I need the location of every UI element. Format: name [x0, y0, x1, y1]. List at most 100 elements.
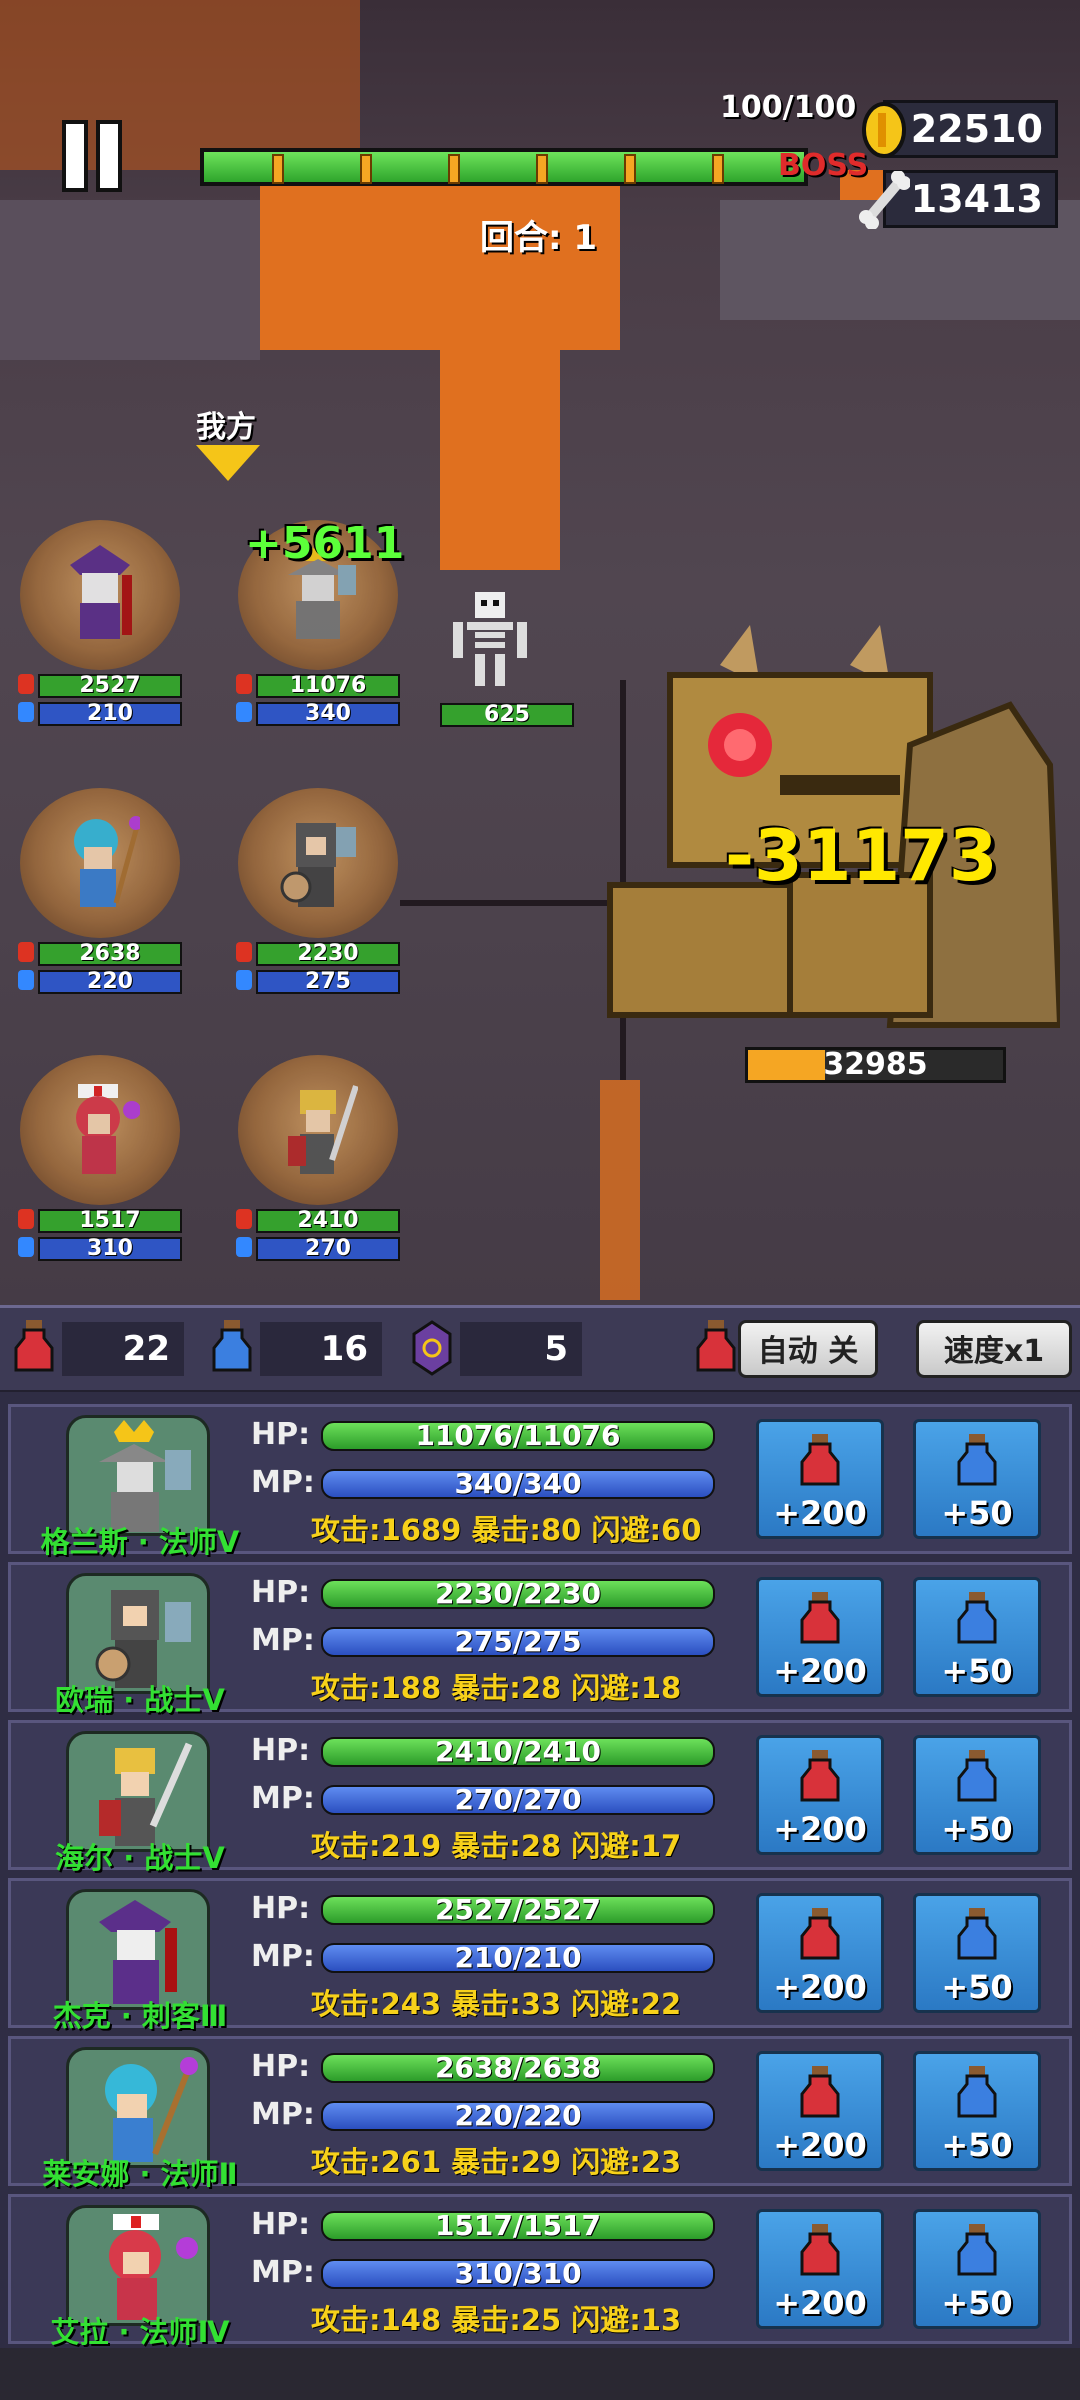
hp-potion-icon: [800, 1592, 840, 1644]
party-row-leanna: 莱安娜 · 法师Ⅱ HP: MP: 2638/2638 220/220 攻击:2…: [8, 2036, 1072, 2191]
hero-stats: 攻击:261 暴击:29 闪避:23: [311, 2145, 682, 2179]
mp-potion-amount: +50: [941, 1652, 1013, 1690]
hero-hp-bar: 1517: [18, 1209, 182, 1233]
hp-label: HP:: [251, 1891, 311, 1926]
stage-progress-bar: [200, 148, 808, 186]
hero-hp-bar: 2638: [18, 941, 182, 966]
hero-unit-ori[interactable]: 2230 275: [236, 788, 400, 994]
hero-stats: 攻击:243 暴击:33 闪避:22: [311, 1987, 682, 2021]
use-hp-potion-button[interactable]: +200: [756, 1577, 884, 1697]
hp-potion-icon: [18, 942, 34, 962]
mp-bar: 310/310: [321, 2259, 715, 2289]
hero-name: 海尔 · 战士Ⅴ: [55, 1841, 225, 1875]
progress-tick: [624, 154, 636, 184]
hp-potion-amount: +200: [773, 1968, 867, 2006]
use-mp-potion-button[interactable]: +50: [913, 1893, 1041, 2013]
lava-flow: [0, 0, 360, 170]
hp-potion-amount: +200: [773, 1494, 867, 1532]
boss-hp-bar: 32985: [745, 1047, 1006, 1083]
use-mp-potion-button[interactable]: +50: [913, 2209, 1041, 2329]
warrior-sprite: [280, 823, 356, 907]
bottom-strip: [0, 2348, 1080, 2400]
mp-potion-count: 16: [260, 1322, 382, 1376]
hero-mp-bar: 275: [236, 970, 400, 994]
mage-sprite: [74, 816, 140, 907]
party-row-grans: 格兰斯 · 法师Ⅴ HP: MP: 11076/11076 340/340 攻击…: [8, 1404, 1072, 1559]
mp-potion-icon: [957, 1592, 997, 1644]
heal-popup: +5611: [245, 518, 405, 569]
mp-label: MP:: [251, 2255, 315, 2290]
hero-unit-leanna[interactable]: 2638 220: [18, 788, 182, 994]
hp-bar: 2410/2410: [321, 1737, 715, 1767]
shield-bubble: [20, 788, 180, 938]
hp-potion-amount: +200: [773, 2284, 867, 2322]
hp-potion-icon: [236, 1209, 252, 1229]
mp-label: MP:: [251, 2097, 315, 2132]
use-hp-potion-button[interactable]: +200: [756, 1419, 884, 1539]
boss-hp-fill: [748, 1050, 825, 1080]
bone-value: 13413: [910, 177, 1043, 221]
hero-hp-value: 2638: [79, 941, 141, 966]
party-panel: 格兰斯 · 法师Ⅴ HP: MP: 11076/11076 340/340 攻击…: [0, 1392, 1080, 2400]
gold-coin-icon: [862, 102, 906, 158]
skeleton-enemy[interactable]: [445, 592, 535, 687]
use-mp-potion-button[interactable]: +50: [913, 2051, 1041, 2171]
mp-potion-icon: [236, 970, 252, 990]
assassin-portrait-icon: [99, 1900, 177, 2004]
mp-bar: 270/270: [321, 1785, 715, 1815]
hp-label: HP:: [251, 2049, 311, 2084]
use-hp-potion-button[interactable]: +200: [756, 2051, 884, 2171]
mp-label: MP:: [251, 1781, 315, 1816]
lava-flow: [260, 180, 620, 350]
hp-potion-icon: [18, 1209, 34, 1229]
shield-bubble: [20, 520, 180, 670]
hp-bar: 2230/2230: [321, 1579, 715, 1609]
mp-potion-icon: [957, 2224, 997, 2276]
mp-potion-amount: +50: [941, 1810, 1013, 1848]
hero-name: 欧瑞 · 战士Ⅴ: [55, 1683, 225, 1717]
rock: [0, 200, 260, 360]
mp-potion-icon: [18, 970, 34, 990]
hp-potion-icon: [800, 1434, 840, 1486]
hero-mp-bar: 210: [18, 702, 182, 726]
mp-potion-amount: +50: [941, 2284, 1013, 2322]
mp-potion-icon: [957, 1908, 997, 1960]
hero-unit-hal[interactable]: 2410 270: [236, 1055, 400, 1261]
pause-button[interactable]: [62, 120, 132, 192]
healer-sprite: [76, 1084, 140, 1174]
use-hp-potion-button[interactable]: +200: [756, 1893, 884, 2013]
gold-counter: 22510: [862, 100, 1058, 158]
hero-stats: 攻击:148 暴击:25 闪避:13: [311, 2303, 682, 2337]
hp-potion-icon: [800, 1750, 840, 1802]
hp-bar: 2638/2638: [321, 2053, 715, 2083]
mp-potion-icon: [957, 2066, 997, 2118]
healer-portrait-icon: [109, 2214, 198, 2320]
avatar: [66, 2205, 210, 2326]
speed-button[interactable]: 速度x1: [916, 1320, 1072, 1378]
party-row-ella: 艾拉 · 法师Ⅳ HP: MP: 1517/1517 310/310 攻击:14…: [8, 2194, 1072, 2349]
use-hp-potion-button[interactable]: +200: [756, 2209, 884, 2329]
hero-mp-value: 270: [305, 1236, 351, 1261]
use-mp-potion-button[interactable]: +50: [913, 1419, 1041, 1539]
shield-bubble: [20, 1055, 180, 1205]
mp-bar: 220/220: [321, 2101, 715, 2131]
avatar: [66, 1573, 210, 1694]
hero-stats: 攻击:219 暴击:28 闪避:17: [311, 1829, 682, 1863]
use-mp-potion-button[interactable]: +50: [913, 1735, 1041, 1855]
scroll-count: 5: [460, 1322, 582, 1376]
auto-toggle-button[interactable]: 自动 关: [738, 1320, 878, 1378]
warrior-sprite: [288, 1085, 358, 1174]
hero-unit-ella[interactable]: 1517 310: [18, 1055, 182, 1261]
lava-flow: [600, 1080, 640, 1300]
assassin-sprite: [70, 545, 132, 639]
mp-label: MP:: [251, 1939, 315, 1974]
item-toolbar: 22 16 5 自动 关 速度x1: [0, 1305, 1080, 1393]
hp-potion-icon: [800, 2066, 840, 2118]
use-mp-potion-button[interactable]: +50: [913, 1577, 1041, 1697]
mp-potion-icon: [18, 1237, 34, 1257]
use-hp-potion-button[interactable]: +200: [756, 1735, 884, 1855]
hp-label: HP:: [251, 1417, 311, 1452]
damage-popup: -31173: [725, 815, 998, 897]
hero-unit-jack[interactable]: 2527 210: [18, 520, 182, 726]
party-row-hal: 海尔 · 战士Ⅴ HP: MP: 2410/2410 270/270 攻击:21…: [8, 1720, 1072, 1875]
